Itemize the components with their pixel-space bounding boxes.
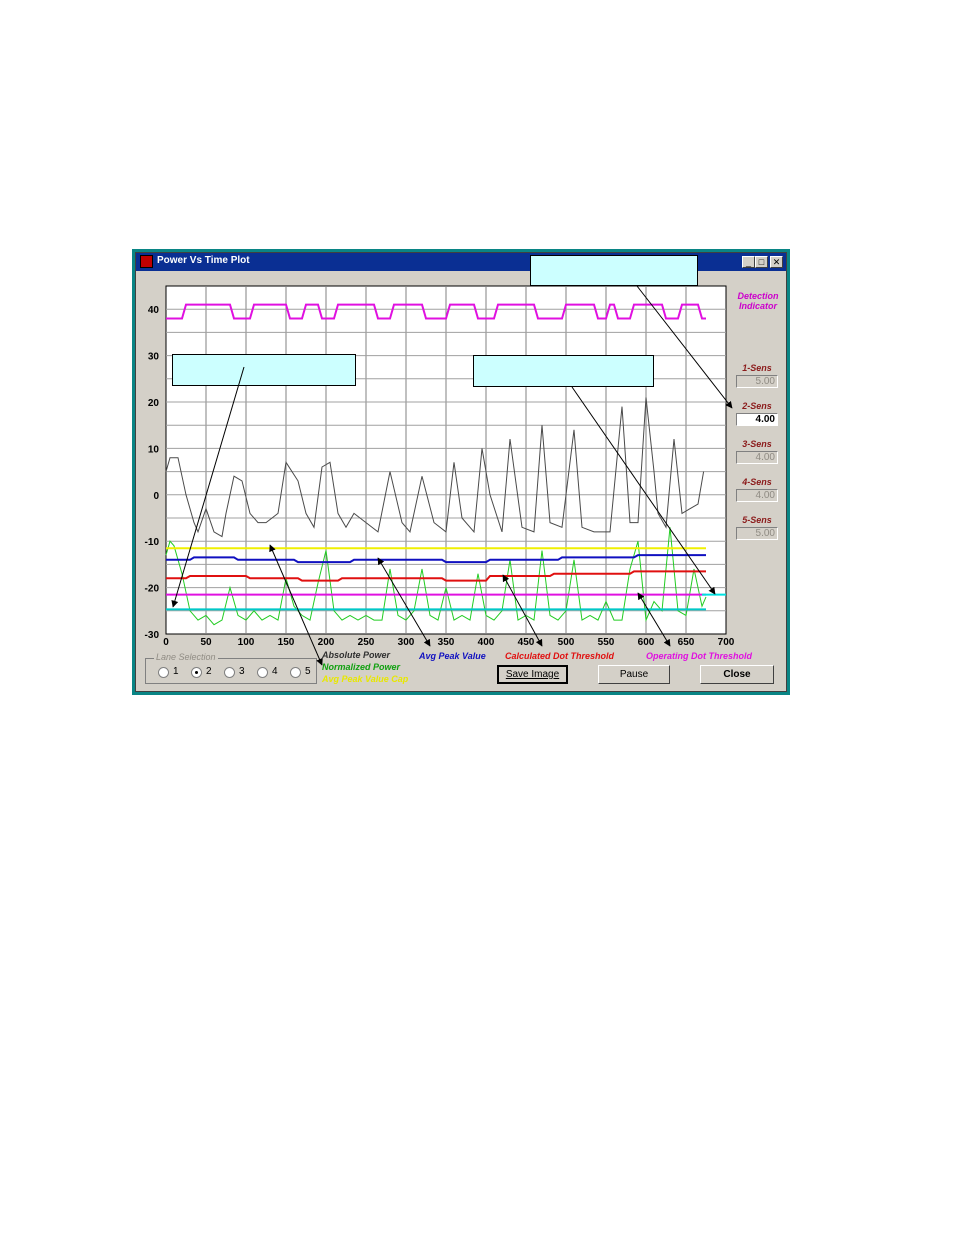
- arrow-middle-callout: [571, 386, 716, 595]
- arrow-avg-peak-value: [377, 557, 431, 647]
- arrow-normalized-power: [269, 544, 323, 666]
- arrow-calculated-dot-threshold: [502, 574, 543, 647]
- arrow-left-callout: [171, 366, 245, 608]
- arrow-top-callout: [636, 285, 733, 409]
- arrow-operating-dot-threshold: [637, 592, 671, 647]
- annotation-arrows: [171, 285, 733, 666]
